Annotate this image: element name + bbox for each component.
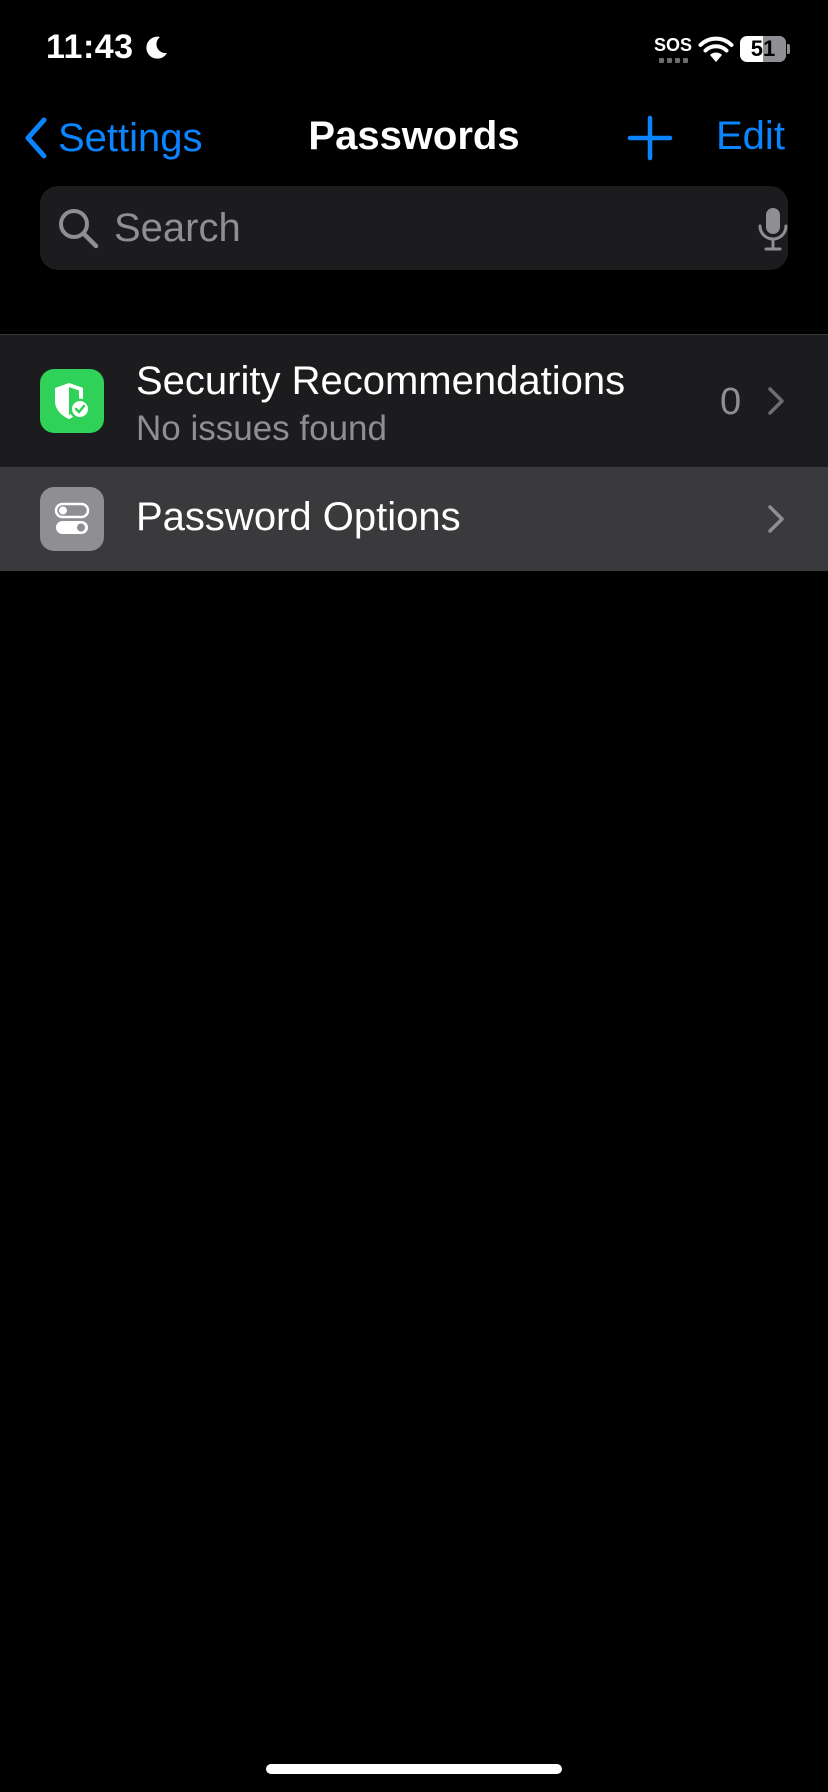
list-item-subtitle: No issues found [136, 409, 387, 448]
password-settings-list: Security Recommendations No issues found… [0, 334, 828, 571]
sos-indicator: SOS [654, 36, 692, 63]
status-time: 11:43 [46, 28, 134, 66]
plus-icon[interactable] [626, 114, 674, 162]
battery-level: 51 [750, 36, 776, 61]
battery-icon: 51 [740, 36, 790, 62]
issue-count: 0 [720, 381, 742, 423]
mic-icon[interactable] [756, 206, 790, 252]
signal-dots-icon [658, 58, 688, 63]
status-bar: 11:43 SOS 51 [0, 0, 828, 100]
shield-check-icon [40, 369, 104, 433]
battery-body: 51 [740, 36, 786, 62]
navigation-bar: Settings Passwords Edit [0, 100, 828, 180]
search-icon [59, 209, 99, 249]
list-item-password-options[interactable]: Password Options [0, 467, 828, 571]
list-item-title: Security Recommendations [136, 359, 626, 403]
list-item-security-recommendations[interactable]: Security Recommendations No issues found… [0, 335, 828, 467]
status-time-group: 11:43 [46, 28, 170, 67]
chevron-right-icon [768, 505, 784, 533]
chevron-right-icon [768, 387, 784, 415]
toggles-icon [40, 487, 104, 551]
sos-label: SOS [654, 35, 693, 55]
back-button-label: Settings [58, 115, 203, 160]
edit-button[interactable]: Edit [716, 114, 785, 159]
list-item-title: Password Options [136, 495, 461, 539]
battery-cap [787, 44, 790, 54]
wifi-icon [698, 36, 734, 62]
back-button[interactable]: Settings [22, 112, 203, 164]
passwords-screen: 11:43 SOS 51 Settings Passwords Edit Sea… [0, 0, 828, 1792]
search-bar[interactable] [40, 186, 788, 270]
home-indicator[interactable] [266, 1764, 562, 1774]
moon-icon [145, 36, 167, 59]
chevron-left-icon [25, 117, 47, 159]
search-input[interactable] [114, 186, 714, 270]
